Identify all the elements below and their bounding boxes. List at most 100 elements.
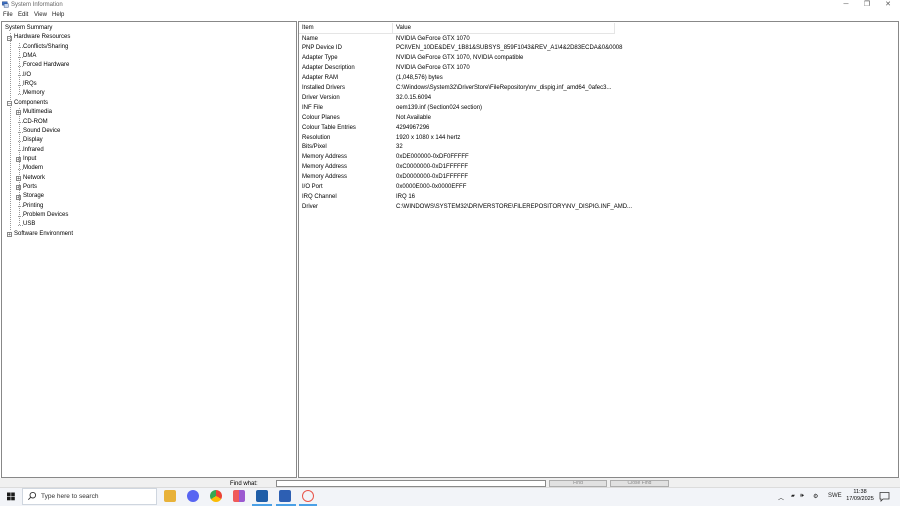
value-cell: 32	[396, 144, 403, 151]
tree-item[interactable]: Sound Device	[23, 127, 60, 136]
tree-item[interactable]: Hardware Resources	[14, 33, 70, 42]
tree-item[interactable]: Storage	[23, 192, 44, 201]
tree-item[interactable]: Forced Hardware	[23, 61, 69, 70]
item-cell: Colour Table Entries	[302, 124, 356, 131]
notification-icon[interactable]	[879, 491, 890, 502]
value-cell: oem139.inf (Section024 section)	[396, 104, 483, 111]
list-row[interactable]: Colour Table Entries 4294967296	[299, 124, 899, 134]
tree-guide-line	[9, 33, 11, 230]
list-row[interactable]: Memory Address 0xC0000000-0xD1FFFFFF	[299, 163, 899, 173]
app-icon-red-circle[interactable]	[302, 490, 314, 502]
list-row[interactable]: Name NVIDIA GeForce GTX 1070	[299, 35, 899, 45]
tree-item[interactable]: Network	[23, 174, 45, 183]
tree-item[interactable]: USB	[23, 220, 35, 229]
title-bar	[0, 0, 900, 10]
value-cell: C:\Windows\System32\DriverStore\FileRepo…	[396, 85, 612, 91]
list-row[interactable]: Memory Address 0xD0000000-0xD1FFFFFF	[299, 173, 899, 183]
tree-item[interactable]: Conflicts/Sharing	[23, 43, 68, 52]
tree-item[interactable]: I/O	[23, 71, 31, 80]
tree-item[interactable]: Display	[23, 136, 43, 145]
find-label: Find what:	[230, 480, 258, 487]
tree-item[interactable]: CD-ROM	[23, 118, 48, 127]
item-cell: Adapter Description	[302, 65, 355, 72]
menu-help[interactable]: Help	[52, 12, 64, 18]
value-cell: 0xC0000000-0xD1FFFFFF	[396, 164, 469, 171]
network-icon[interactable]: ▰	[791, 493, 795, 499]
value-cell: C:\WINDOWS\SYSTEM32\DRIVERSTORE\FILEREPO…	[396, 203, 633, 210]
find-input[interactable]	[276, 479, 546, 487]
tree-item[interactable]: Software Environment	[14, 230, 73, 239]
item-cell: Bits/Pixel	[302, 144, 327, 151]
tree-item[interactable]: IRQs	[23, 80, 37, 89]
value-cell: NVIDIA GeForce GTX 1070, NVIDIA compatib…	[396, 55, 524, 62]
item-cell: INF File	[302, 104, 323, 111]
volume-icon[interactable]: 🕪	[800, 493, 804, 500]
close-button[interactable]: ✕	[877, 0, 899, 10]
list-row[interactable]: Memory Address 0xDE000000-0xDF0FFFFF	[299, 153, 899, 163]
details-list[interactable]: Item Value Name NVIDIA GeForce GTX 1070 PN…	[298, 21, 899, 478]
minimize-button[interactable]: ─	[835, 0, 857, 10]
list-row[interactable]: IRQ Channel IRQ 16	[299, 193, 899, 203]
tray-chevron-up-icon[interactable]: ︿	[778, 493, 784, 502]
menu-edit[interactable]: Edit	[18, 12, 28, 18]
search-icon	[27, 491, 37, 501]
column-header-item[interactable]: Item	[299, 23, 393, 33]
list-row[interactable]: Driver Version 32.0.15.6094	[299, 94, 899, 104]
expand-icon[interactable]: +	[7, 231, 12, 237]
list-row[interactable]: INF File oem139.inf (Section024 section)	[299, 104, 899, 114]
tree-item[interactable]: Printing	[23, 202, 43, 211]
maximize-button[interactable]: ❐	[856, 0, 878, 10]
value-cell: (1,048,576) bytes	[396, 75, 443, 82]
item-cell: Adapter Type	[302, 55, 338, 62]
tree-item[interactable]: Components	[14, 99, 48, 108]
tree-item[interactable]: Memory	[23, 89, 45, 98]
tree-item[interactable]: Ports	[23, 183, 37, 192]
device-icon[interactable]: ⚙	[813, 493, 818, 500]
tree-item[interactable]: Multimedia	[23, 108, 52, 117]
windows-start-icon[interactable]	[3, 489, 19, 504]
find-button[interactable]: Find	[549, 480, 607, 487]
list-row[interactable]: Resolution 1920 x 1080 x 144 hertz	[299, 134, 899, 144]
tree-item[interactable]: Modem	[23, 164, 43, 173]
value-cell: 0xD0000000-0xD1FFFFFF	[396, 174, 469, 181]
value-cell: 0x0000E000-0x0000EFFF	[396, 184, 467, 190]
tree-item[interactable]: Infrared	[23, 146, 44, 155]
clock[interactable]: 11:38 17/09/2025	[845, 489, 875, 503]
close-find-button[interactable]: Close Find	[610, 480, 669, 487]
item-cell: Resolution	[302, 134, 331, 141]
tree-guide-line	[18, 42, 20, 95]
menu-view[interactable]: View	[34, 12, 47, 18]
list-row[interactable]: Bits/Pixel 32	[299, 143, 899, 153]
app-icon-red-purple[interactable]	[233, 490, 245, 502]
tree-item[interactable]: DMA	[23, 52, 36, 61]
language-indicator[interactable]: SWE	[828, 493, 842, 499]
system-information-icon	[2, 1, 9, 8]
column-header-value[interactable]: Value	[393, 23, 615, 33]
tree-item[interactable]: Input	[23, 155, 36, 164]
tree-guide-line	[18, 108, 20, 226]
item-cell: I/O Port	[302, 184, 323, 190]
list-row[interactable]: Adapter RAM (1,048,576) bytes	[299, 74, 899, 84]
category-tree[interactable]: System Summary Hardware Resources − Conflic…	[1, 21, 297, 478]
value-cell: IRQ 16	[396, 193, 416, 200]
list-row[interactable]: Installed Drivers C:\Windows\System32\Dri…	[299, 84, 899, 94]
system-information-taskbar-icon[interactable]	[279, 490, 291, 502]
value-cell: 0xDE000000-0xDF0FFFFF	[396, 154, 469, 161]
list-row[interactable]: Driver C:\WINDOWS\SYSTEM32\DRIVERSTORE\FI…	[299, 203, 899, 213]
app-icon-blue[interactable]	[256, 490, 268, 502]
value-cell: 1920 x 1080 x 144 hertz	[396, 134, 461, 141]
discord-icon[interactable]	[187, 490, 199, 502]
list-row[interactable]: I/O Port 0x0000E000-0x0000EFFF	[299, 183, 899, 193]
file-explorer-icon[interactable]	[164, 490, 176, 502]
clock-date: 17/09/2025	[846, 496, 874, 502]
list-row[interactable]: Adapter Description NVIDIA GeForce GTX 10…	[299, 64, 899, 74]
menu-file[interactable]: File	[3, 12, 13, 18]
tree-item[interactable]: Problem Devices	[23, 211, 68, 220]
menu-bar: File Edit View Help	[0, 10, 900, 21]
item-cell: PNP Device ID	[302, 45, 342, 52]
list-row[interactable]: Adapter Type NVIDIA GeForce GTX 1070, NVI…	[299, 54, 899, 64]
chrome-icon[interactable]	[210, 490, 222, 502]
list-row[interactable]: PNP Device ID PCI\VEN_10DE&DEV_1B81&SUBSY…	[299, 44, 899, 54]
list-row[interactable]: Colour Planes Not Available	[299, 114, 899, 124]
tree-item[interactable]: System Summary	[5, 24, 52, 33]
